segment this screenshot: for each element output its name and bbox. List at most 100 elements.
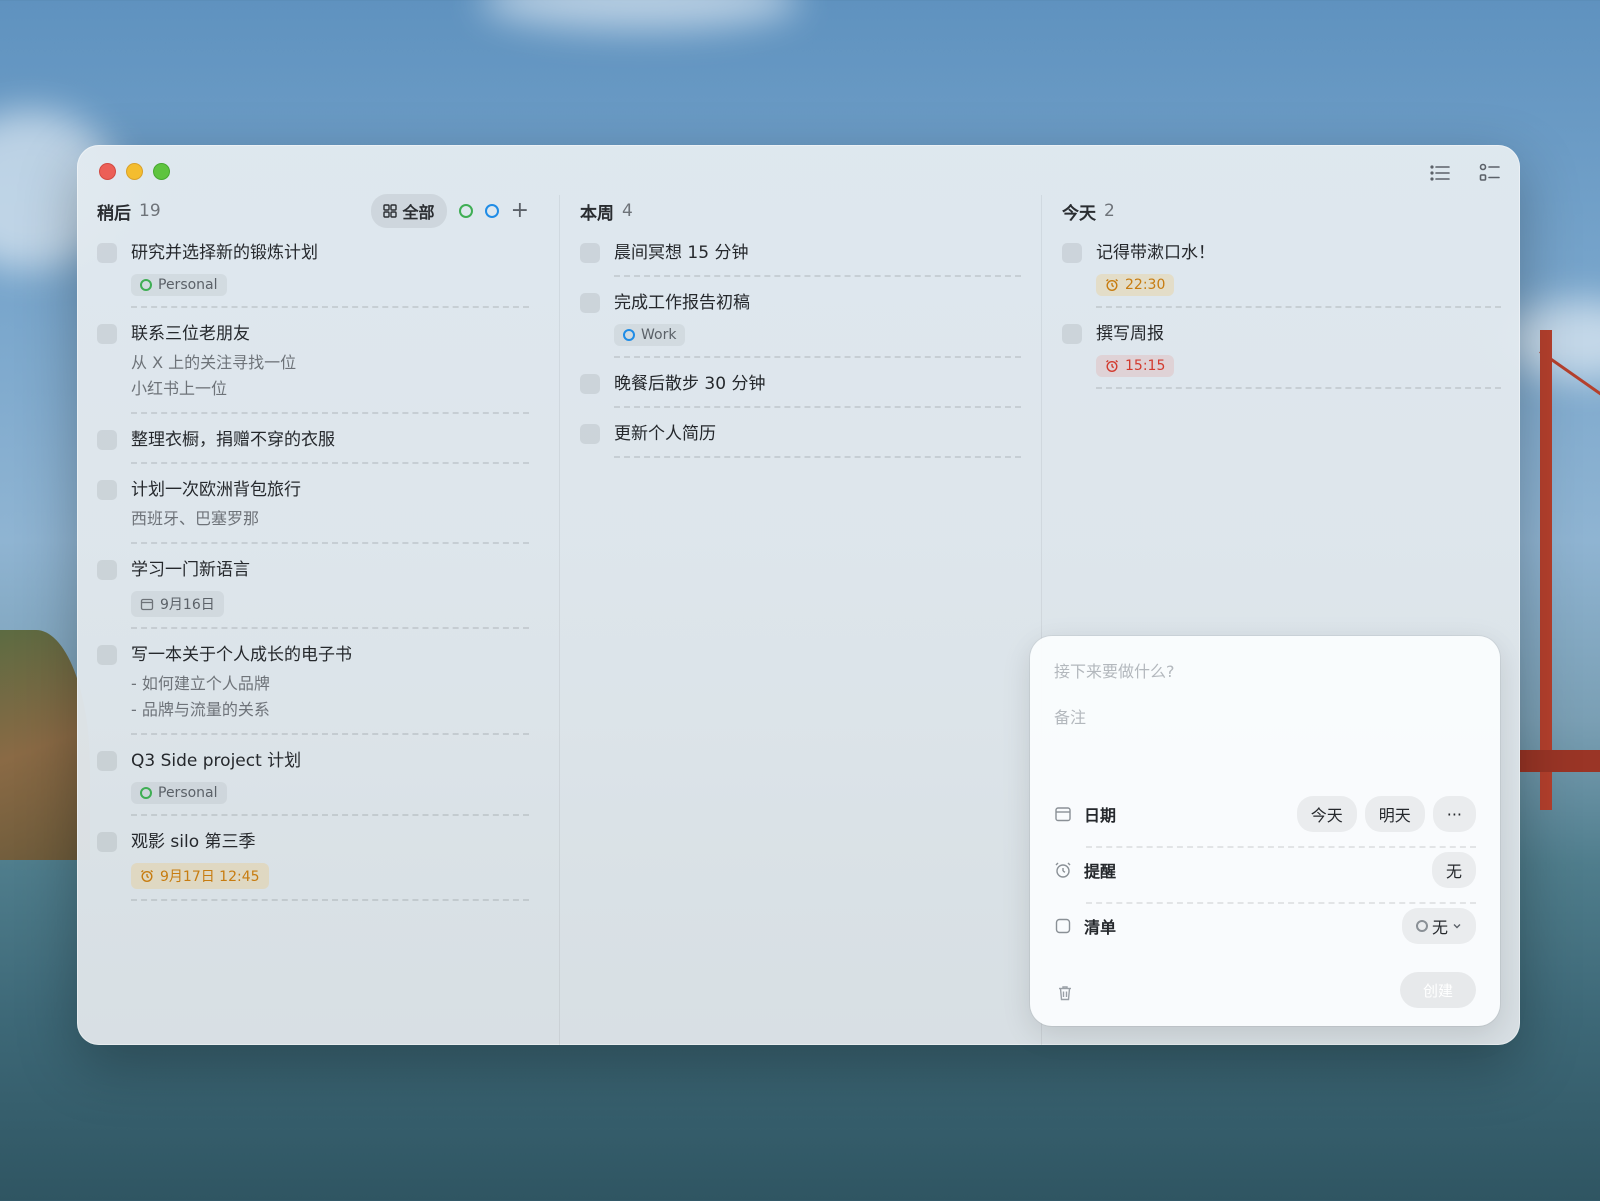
- date-label: 日期: [1084, 806, 1117, 825]
- alarm-clock-icon: [141, 869, 153, 883]
- date-more-button[interactable]: ···: [1432, 796, 1476, 832]
- task-checkbox[interactable]: [97, 243, 117, 263]
- task-note: 西班牙、巴塞罗那: [131, 509, 260, 528]
- task-item[interactable]: 完成工作报告初稿 Work: [580, 277, 1021, 358]
- alarm-clock-icon: [1106, 278, 1118, 292]
- task-note: - 如何建立个人品牌 - 品牌与流量的关系: [131, 674, 270, 719]
- alarm-clock-icon: [1055, 862, 1071, 878]
- date-tomorrow-button[interactable]: 明天: [1364, 796, 1425, 832]
- list-tag: Personal: [131, 274, 227, 296]
- task-title: 写一本关于个人成长的电子书: [131, 645, 352, 665]
- list-ring-icon: [1415, 920, 1428, 932]
- task-checkbox[interactable]: [97, 751, 117, 771]
- task-title-input[interactable]: 接下来要做什么?: [1054, 658, 1476, 682]
- task-title: 记得带漱口水！: [1096, 243, 1215, 263]
- chevron-down-icon: [1453, 924, 1461, 929]
- filter-work-button[interactable]: [484, 204, 499, 218]
- list-view-icon[interactable]: [1428, 161, 1452, 185]
- task-item[interactable]: 整理衣橱，捐赠不穿的衣服: [97, 414, 529, 464]
- task-checkbox[interactable]: [580, 293, 600, 313]
- alarm-tag: 9月17日 12:45: [131, 863, 269, 889]
- task-checkbox[interactable]: [97, 324, 117, 344]
- task-title: 研究并选择新的锻炼计划: [131, 243, 318, 263]
- list-tag: Personal: [131, 782, 227, 804]
- task-item[interactable]: 写一本关于个人成长的电子书 - 如何建立个人品牌 - 品牌与流量的关系: [97, 629, 529, 735]
- reminder-row: 提醒 无: [1054, 852, 1476, 888]
- task-title: 学习一门新语言: [131, 560, 250, 580]
- task-checkbox[interactable]: [97, 645, 117, 665]
- task-title: Q3 Side project 计划: [131, 751, 302, 771]
- task-item[interactable]: 记得带漱口水！ 22:30: [1062, 227, 1501, 308]
- task-checkbox[interactable]: [97, 560, 117, 580]
- task-checkbox[interactable]: [97, 480, 117, 500]
- week-count: 4: [622, 201, 633, 221]
- later-column: 稍后 19 全部 + 研究并选择新的锻炼计划 Personal 联系三位老朋友 …: [97, 194, 529, 1045]
- task-checkbox[interactable]: [580, 243, 600, 263]
- task-item[interactable]: 计划一次欧洲背包旅行 西班牙、巴塞罗那: [97, 464, 529, 544]
- week-column: 本周 4 晨间冥想 15 分钟 完成工作报告初稿 Work 晚餐后散步 30 分…: [559, 195, 1021, 1045]
- today-count: 2: [1104, 201, 1115, 221]
- task-item[interactable]: 撰写周报 15:15: [1062, 308, 1501, 389]
- task-item[interactable]: Q3 Side project 计划 Personal: [97, 735, 529, 816]
- create-button[interactable]: 创建: [1400, 972, 1476, 1008]
- calendar-icon: [1055, 807, 1071, 822]
- checklist-view-icon[interactable]: [1478, 161, 1502, 185]
- calendar-icon: [140, 598, 154, 611]
- task-checkbox[interactable]: [97, 430, 117, 450]
- background-bridge: [1520, 330, 1600, 830]
- task-item[interactable]: 观影 silo 第三季 9月17日 12:45: [97, 816, 529, 901]
- checkbox-icon: [1055, 918, 1071, 934]
- task-note: 从 X 上的关注寻找一位 小红书上一位: [131, 353, 297, 398]
- maximize-window-button[interactable]: [153, 163, 170, 180]
- task-title: 整理衣橱，捐赠不穿的衣服: [131, 430, 335, 450]
- reminder-select[interactable]: 无: [1431, 852, 1476, 888]
- alarm-tag: 15:15: [1096, 355, 1175, 377]
- task-item[interactable]: 研究并选择新的锻炼计划 Personal: [97, 227, 529, 308]
- alarm-clock-icon: [1106, 359, 1118, 373]
- task-title: 撰写周报: [1096, 324, 1164, 344]
- task-notes-input[interactable]: 备注: [1054, 704, 1476, 728]
- filter-all-label: 全部: [402, 203, 435, 222]
- today-header: 今天 2: [1062, 195, 1501, 227]
- task-checkbox[interactable]: [97, 832, 117, 852]
- window-controls: [99, 163, 170, 180]
- task-checkbox[interactable]: [1062, 243, 1082, 263]
- filter-personal-button[interactable]: [458, 204, 473, 218]
- task-item[interactable]: 联系三位老朋友 从 X 上的关注寻找一位 小红书上一位: [97, 308, 529, 414]
- task-checkbox[interactable]: [1062, 324, 1082, 344]
- list-select[interactable]: 无: [1401, 908, 1476, 944]
- task-checkbox[interactable]: [580, 424, 600, 444]
- list-row: 清单 无: [1054, 908, 1476, 944]
- week-title: 本周: [580, 203, 614, 224]
- task-item[interactable]: 学习一门新语言 9月16日: [97, 544, 529, 629]
- task-item[interactable]: 晨间冥想 15 分钟: [580, 227, 1021, 277]
- task-title: 联系三位老朋友: [131, 324, 250, 344]
- today-title: 今天: [1062, 203, 1096, 224]
- week-header: 本周 4: [580, 195, 1021, 227]
- later-title: 稍后: [97, 203, 131, 224]
- list-tag: Work: [614, 324, 686, 346]
- list-label: 清单: [1084, 918, 1117, 937]
- task-title: 完成工作报告初稿: [614, 293, 750, 313]
- task-checkbox[interactable]: [580, 374, 600, 394]
- later-header: 稍后 19 全部 +: [97, 194, 529, 228]
- trash-icon[interactable]: [1056, 984, 1074, 1002]
- task-title: 计划一次欧洲背包旅行: [131, 480, 301, 500]
- alarm-tag: 22:30: [1096, 274, 1175, 296]
- minimize-window-button[interactable]: [126, 163, 143, 180]
- task-title: 观影 silo 第三季: [131, 832, 256, 852]
- new-task-composer: 接下来要做什么? 备注 日期 今天 明天 ··· 提醒 无 清单 无 创建: [1030, 636, 1500, 1026]
- task-item[interactable]: 晚餐后散步 30 分钟: [580, 358, 1021, 408]
- add-list-button[interactable]: +: [511, 200, 529, 222]
- later-count: 19: [139, 201, 161, 221]
- close-window-button[interactable]: [99, 163, 116, 180]
- grid-icon: [382, 204, 397, 218]
- task-item[interactable]: 更新个人简历: [580, 408, 1021, 458]
- task-title: 晚餐后散步 30 分钟: [614, 374, 766, 394]
- date-tag: 9月16日: [131, 591, 224, 617]
- filter-all-button[interactable]: 全部: [370, 194, 447, 228]
- reminder-label: 提醒: [1084, 862, 1117, 881]
- date-today-button[interactable]: 今天: [1296, 796, 1357, 832]
- task-title: 更新个人简历: [614, 424, 716, 444]
- task-title: 晨间冥想 15 分钟: [614, 243, 749, 263]
